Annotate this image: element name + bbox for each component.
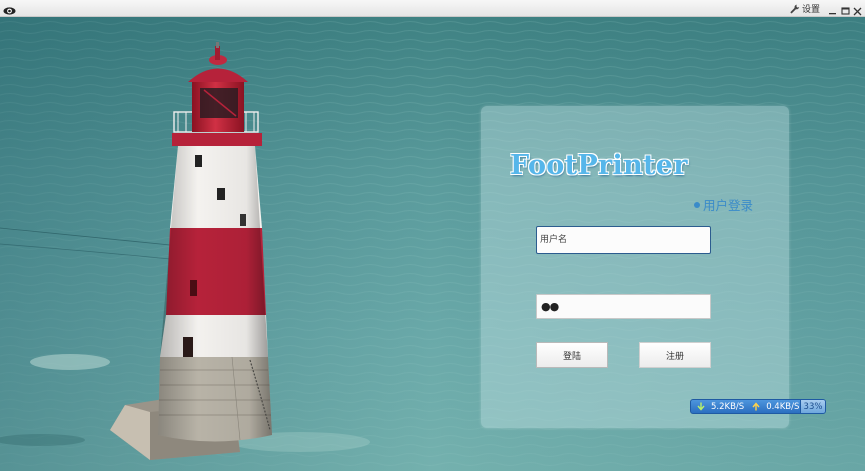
settings-label: 设置 <box>802 5 821 15</box>
arrow-up-icon <box>752 402 760 411</box>
password-mask: ●● <box>541 300 559 313</box>
wrench-icon <box>790 4 800 13</box>
login-button[interactable]: 登陆 <box>536 342 608 368</box>
upload-speed: 0.4KB/S <box>766 401 800 412</box>
maximize-button[interactable] <box>840 2 851 15</box>
usage-percent: 33% <box>800 400 825 413</box>
maximize-icon <box>841 7 850 15</box>
bullet-dot-icon <box>694 201 700 208</box>
password-input[interactable]: ●● <box>536 294 711 319</box>
user-login-title: 用户登录 <box>694 195 753 214</box>
arrow-down-icon <box>697 402 705 411</box>
username-input[interactable] <box>536 226 711 254</box>
title-bar: 设置 <box>0 0 865 17</box>
download-speed: 5.2KB/S <box>711 401 745 412</box>
app-window: 设置 FootPrinter 用户登录 用户名 ●● 登陆 注册 5.2KB/S… <box>0 0 865 471</box>
network-speed-widget[interactable]: 5.2KB/S 0.4KB/S 33% <box>690 399 826 414</box>
settings-button[interactable]: 设置 <box>790 1 820 16</box>
minimize-button[interactable] <box>827 2 838 15</box>
eye-icon <box>3 2 16 15</box>
app-logo: FootPrinter <box>510 150 688 181</box>
minimize-icon <box>829 13 836 15</box>
register-button[interactable]: 注册 <box>639 342 711 368</box>
user-login-title-label: 用户登录 <box>703 198 754 213</box>
close-button[interactable] <box>852 2 863 16</box>
close-icon <box>853 7 862 16</box>
